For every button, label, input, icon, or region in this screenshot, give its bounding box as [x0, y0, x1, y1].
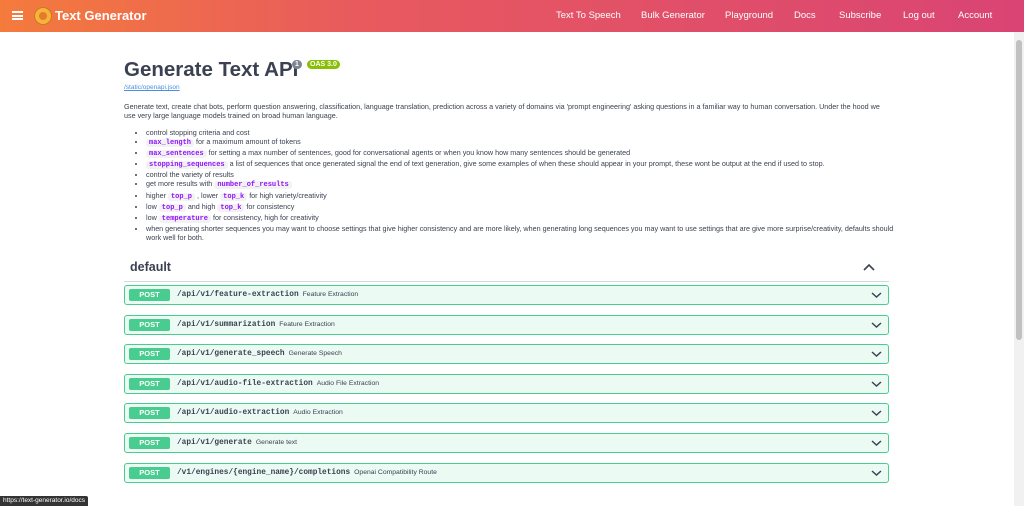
operation-summary: Feature Extraction [302, 291, 359, 298]
param-code: temperature [158, 214, 212, 223]
operation-generate-speech[interactable]: POST /api/v1/generate_speech Generate Spe… [124, 344, 889, 364]
operation-path: /api/v1/summarization Feature Extraction [177, 321, 335, 329]
chevron-up-icon[interactable] [862, 262, 876, 272]
operation-audio-file-extraction[interactable]: POST /api/v1/audio-file-extraction Audio … [124, 374, 889, 394]
operation-path: /api/v1/audio-file-extraction Audio File … [177, 380, 380, 388]
method-badge: POST [129, 437, 170, 449]
operation-feature-extraction[interactable]: POST /api/v1/feature-extraction Feature E… [124, 285, 889, 305]
feature-item: low top_p and high top_k for consistency [146, 202, 908, 213]
oas-badge: OAS 3.0 [307, 60, 340, 69]
method-badge: POST [129, 407, 170, 419]
feature-item: stopping_sequences a list of sequences t… [146, 159, 908, 170]
page-scrollbar[interactable] [1014, 32, 1024, 506]
operation-path: /api/v1/feature-extraction Feature Extrac… [177, 291, 359, 299]
method-badge: POST [129, 378, 170, 390]
operation-summary: Generate Speech [288, 350, 342, 357]
feature-item: when generating shorter sequences you ma… [146, 224, 908, 242]
operation-summary: Audio Extraction [293, 409, 343, 416]
feature-item: get more results with number_of_results [146, 179, 908, 190]
feature-item: higher top_p , lower top_k for high vari… [146, 191, 908, 202]
chevron-down-icon[interactable] [871, 350, 882, 358]
chevron-down-icon[interactable] [871, 321, 882, 329]
chevron-down-icon[interactable] [871, 439, 882, 447]
operation-generate[interactable]: POST /api/v1/generate Generate text [124, 433, 889, 453]
operation-path: /v1/engines/{engine_name}/completions Ope… [177, 469, 437, 477]
feature-list: control stopping criteria and cost max_l… [124, 128, 908, 242]
hamburger-menu-icon[interactable] [12, 11, 23, 20]
brain-logo-icon[interactable] [34, 7, 52, 25]
top-navbar: Text Generator Text To Speech Bulk Gener… [0, 0, 1024, 32]
nav-link-bulk-generator[interactable]: Bulk Generator [641, 10, 705, 21]
chevron-down-icon[interactable] [871, 380, 882, 388]
param-code: top_k [220, 192, 248, 201]
method-badge: POST [129, 289, 170, 301]
nav-link-subscribe[interactable]: Subscribe [839, 10, 881, 21]
feature-item: low temperature for consistency, high fo… [146, 213, 908, 224]
param-code: max_length [146, 139, 195, 148]
operation-summary: Audio File Extraction [316, 380, 380, 387]
chevron-down-icon[interactable] [871, 291, 882, 299]
api-description: Generate text, create chat bots, perform… [124, 102, 880, 120]
operation-summary: Openai Compatibility Route [354, 469, 437, 476]
feature-item: max_length for a maximum amount of token… [146, 137, 908, 148]
feature-item: max_sentences for setting a max number o… [146, 148, 908, 159]
operation-summary: Generate text [255, 439, 298, 446]
brand-name[interactable]: Text Generator [55, 8, 147, 23]
nav-link-text-to-speech[interactable]: Text To Speech [556, 10, 621, 21]
scrollbar-thumb[interactable] [1016, 40, 1022, 340]
operation-summarization[interactable]: POST /api/v1/summarization Feature Extrac… [124, 315, 889, 335]
nav-link-logout[interactable]: Log out [903, 10, 935, 21]
param-code: top_k [217, 203, 245, 212]
chevron-down-icon[interactable] [871, 469, 882, 477]
param-code: stopping_sequences [146, 161, 228, 170]
param-code: top_p [158, 203, 186, 212]
section-title-default[interactable]: default [130, 260, 171, 274]
operation-audio-extraction[interactable]: POST /api/v1/audio-extraction Audio Extra… [124, 403, 889, 423]
version-badge: 1 [292, 60, 302, 69]
operation-path: /api/v1/generate Generate text [177, 439, 298, 447]
nav-link-account[interactable]: Account [958, 10, 992, 21]
chevron-down-icon[interactable] [871, 409, 882, 417]
openapi-spec-link[interactable]: /static/openapi.json [124, 84, 180, 91]
method-badge: POST [129, 348, 170, 360]
method-badge: POST [129, 319, 170, 331]
operation-summary: Feature Extraction [279, 321, 335, 328]
nav-link-docs[interactable]: Docs [794, 10, 816, 21]
status-bar-url: https://text-generator.io/docs [0, 496, 89, 506]
operation-path: /api/v1/audio-extraction Audio Extraction [177, 409, 343, 417]
feature-item: control the variety of results [146, 170, 908, 179]
nav-link-playground[interactable]: Playground [725, 10, 773, 21]
method-badge: POST [129, 467, 170, 479]
param-code: top_p [167, 192, 195, 201]
api-title: Generate Text API [124, 58, 299, 81]
param-code: number_of_results [214, 181, 292, 190]
section-divider [124, 281, 889, 282]
operation-path: /api/v1/generate_speech Generate Speech [177, 350, 342, 358]
operation-completions[interactable]: POST /v1/engines/{engine_name}/completio… [124, 463, 889, 483]
feature-item: control stopping criteria and cost [146, 128, 908, 137]
param-code: max_sentences [146, 150, 207, 159]
